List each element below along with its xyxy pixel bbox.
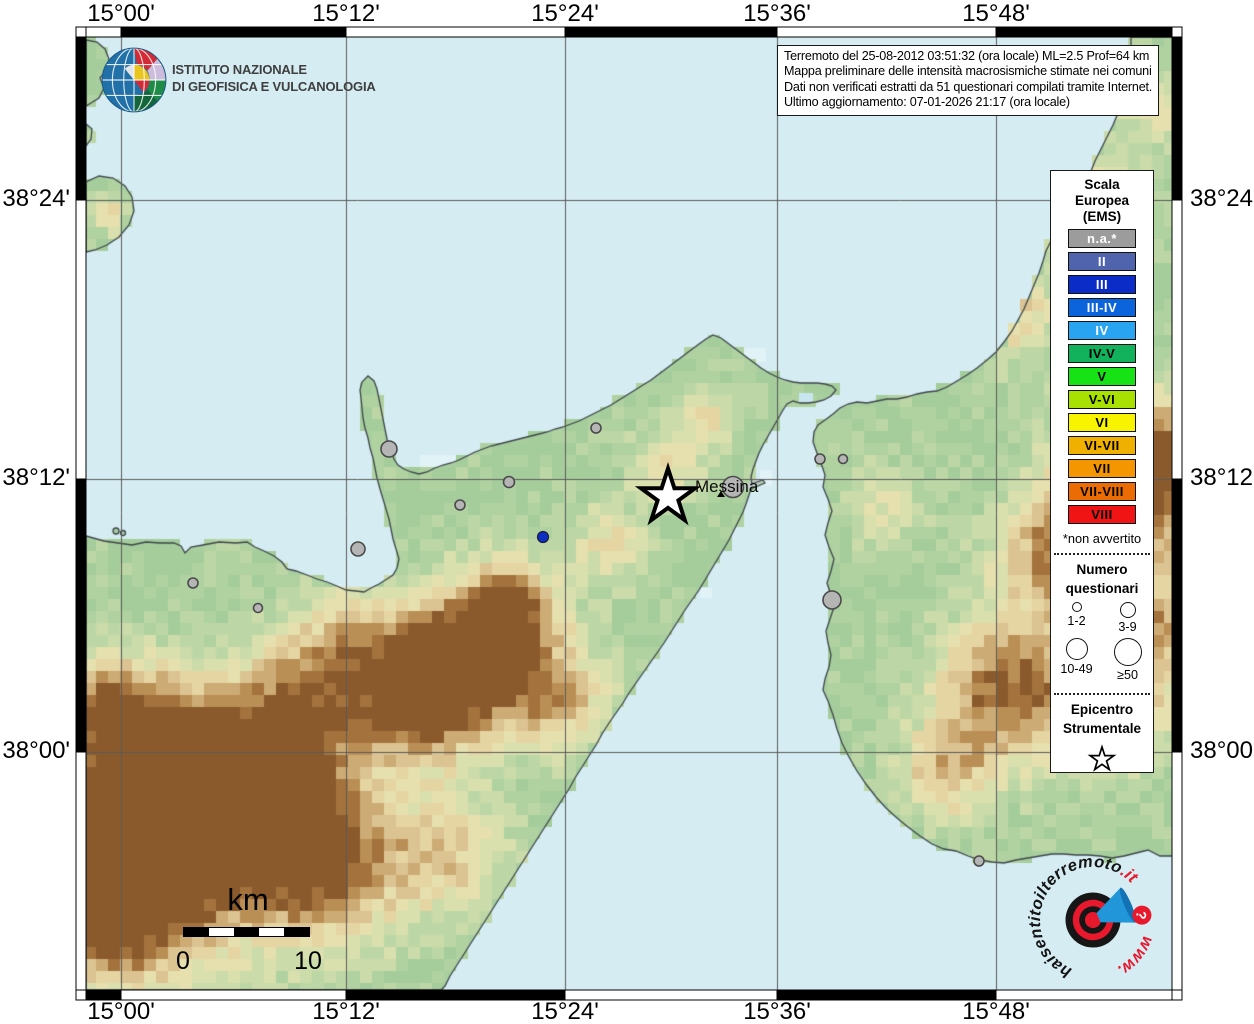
axis-label-longitude: 15°36' xyxy=(743,998,811,1024)
ems-class-chip: VII xyxy=(1068,458,1136,478)
frame-segment xyxy=(345,26,566,38)
frame-segment xyxy=(776,26,997,38)
questionnaire-size-grid: 1-2 3-9 10-49 ≥50 xyxy=(1051,602,1153,686)
ems-class-chip: VI-VII xyxy=(1068,435,1136,455)
axis-label-latitude: 38°00' xyxy=(1190,737,1254,764)
ems-class-chip: III xyxy=(1068,274,1136,294)
axis-label-latitude: 38°24' xyxy=(1190,185,1254,212)
epicenter-star-icon xyxy=(1087,744,1117,772)
earthquake-info-box: Terremoto del 25-08-2012 03:51:32 (ora l… xyxy=(777,45,1160,116)
scalebar-segment xyxy=(184,928,209,936)
questionnaire-size-circle-icon xyxy=(1113,638,1142,666)
scalebar-segment xyxy=(209,928,234,936)
legend-divider xyxy=(1054,693,1150,695)
ems-class-chip: VIII xyxy=(1068,504,1136,524)
questionnaire-count-title: questionari xyxy=(1065,581,1139,596)
frame-segment xyxy=(85,26,122,38)
frame-segment xyxy=(1171,199,1183,480)
axis-label-longitude: 15°48' xyxy=(962,0,1030,27)
city-label: Messina xyxy=(695,477,759,496)
axis-label-latitude: 38°24' xyxy=(2,185,70,212)
frame-segment xyxy=(75,199,87,480)
questionnaire-size-circle-icon xyxy=(1065,638,1088,660)
legend-title: Scala xyxy=(1084,177,1120,192)
axis-label-latitude: 38°12' xyxy=(1190,464,1254,491)
ems-class-chip: V xyxy=(1068,366,1136,386)
axis-label-latitude: 38°12' xyxy=(2,464,70,491)
questionnaire-size-label: 10-49 xyxy=(1060,662,1093,676)
ems-class-chip: VI xyxy=(1068,412,1136,432)
axis-label-latitude: 38°00' xyxy=(2,737,70,764)
axis-label-longitude: 15°24' xyxy=(531,998,599,1024)
frame-segment xyxy=(564,26,778,38)
info-box-line: Mappa preliminare delle intensità macros… xyxy=(784,64,1152,79)
questionnaire-size-circle-icon xyxy=(1071,602,1082,612)
ems-legend: Scala Europea (EMS) n.a.* II III III-IV IV IV-V V… xyxy=(1050,170,1154,773)
ingv-globe-logo-icon xyxy=(101,47,167,113)
ems-class-chip: VII-VIII xyxy=(1068,481,1136,501)
frame-corner xyxy=(75,26,87,38)
legend-title: Europea xyxy=(1074,193,1129,208)
ems-class-chip: n.a.* xyxy=(1068,228,1136,248)
axis-label-longitude: 15°36' xyxy=(743,0,811,27)
questionnaire-size-item: 1-2 xyxy=(1051,602,1102,634)
macroseismic-map-page: 15°00' 15°12' 15°24' 15°36' 15°48' 15°00' 15°… xyxy=(0,0,1254,1024)
axis-label-longitude: 15°00' xyxy=(87,0,155,27)
frame-segment xyxy=(1171,478,1183,753)
haisentitoilterremoto-watermark-logo: ? haisentitoilterremoto.it www. xyxy=(1011,843,1165,988)
frame-segment xyxy=(75,36,87,201)
epicenter-legend-title: Strumentale xyxy=(1062,721,1142,736)
axis-label-longitude: 15°12' xyxy=(312,0,380,27)
frame-segment xyxy=(75,478,87,753)
frame-segment xyxy=(120,26,347,38)
axis-label-longitude: 15°12' xyxy=(312,998,380,1024)
questionnaire-count-title: Numero xyxy=(1076,562,1128,577)
questionnaire-size-label: 3-9 xyxy=(1118,620,1137,634)
legend-title: (EMS) xyxy=(1082,209,1122,224)
axis-label-longitude: 15°00' xyxy=(87,998,155,1024)
scalebar-segment xyxy=(284,928,309,936)
scalebar-segment xyxy=(259,928,284,936)
svg-text:www.: www. xyxy=(1108,930,1164,981)
info-box-line: Ultimo aggiornamento: 07-01-2026 21:17 (… xyxy=(784,95,1070,110)
ems-class-chip: II xyxy=(1068,251,1136,271)
legend-divider xyxy=(1054,553,1150,555)
info-box-line: Dati non verificati estratti da 51 quest… xyxy=(784,79,1153,94)
institute-name-line2: DI GEOFISICA E VULCANOLOGIA xyxy=(172,79,376,94)
frame-corner xyxy=(1171,26,1183,38)
institute-name-line1: ISTITUTO NAZIONALE xyxy=(172,62,307,77)
scalebar xyxy=(183,927,310,937)
scalebar-segment xyxy=(234,928,259,936)
ems-class-chip: III-IV xyxy=(1068,297,1136,317)
ems-class-chip: V-VI xyxy=(1068,389,1136,409)
scalebar-unit-label: km xyxy=(227,882,269,917)
legend-footnote: *non avvertito xyxy=(1062,531,1142,546)
questionnaire-size-item: ≥50 xyxy=(1102,638,1153,682)
watermark-text-www: www. xyxy=(1108,930,1164,981)
questionnaire-size-item: 10-49 xyxy=(1051,638,1102,682)
scalebar-end-label: 10 xyxy=(294,947,322,975)
frame-segment xyxy=(995,26,1173,38)
frame-segment xyxy=(1171,36,1183,201)
questionnaire-size-item: 3-9 xyxy=(1102,602,1153,634)
frame-segment xyxy=(75,751,87,991)
info-box-line: Terremoto del 25-08-2012 03:51:32 (ora l… xyxy=(784,49,1150,63)
ems-class-chip: IV-V xyxy=(1068,343,1136,363)
scalebar-start-label: 0 xyxy=(176,947,190,975)
questionnaire-size-label: 1-2 xyxy=(1067,614,1086,628)
svg-text:?: ? xyxy=(1133,910,1150,920)
epicenter-legend-title: Epicentro xyxy=(1070,702,1134,717)
ems-class-chip: IV xyxy=(1068,320,1136,340)
questionnaire-size-circle-icon xyxy=(1119,602,1136,618)
axis-label-longitude: 15°24' xyxy=(531,0,599,27)
questionnaire-size-label: ≥50 xyxy=(1117,668,1138,682)
